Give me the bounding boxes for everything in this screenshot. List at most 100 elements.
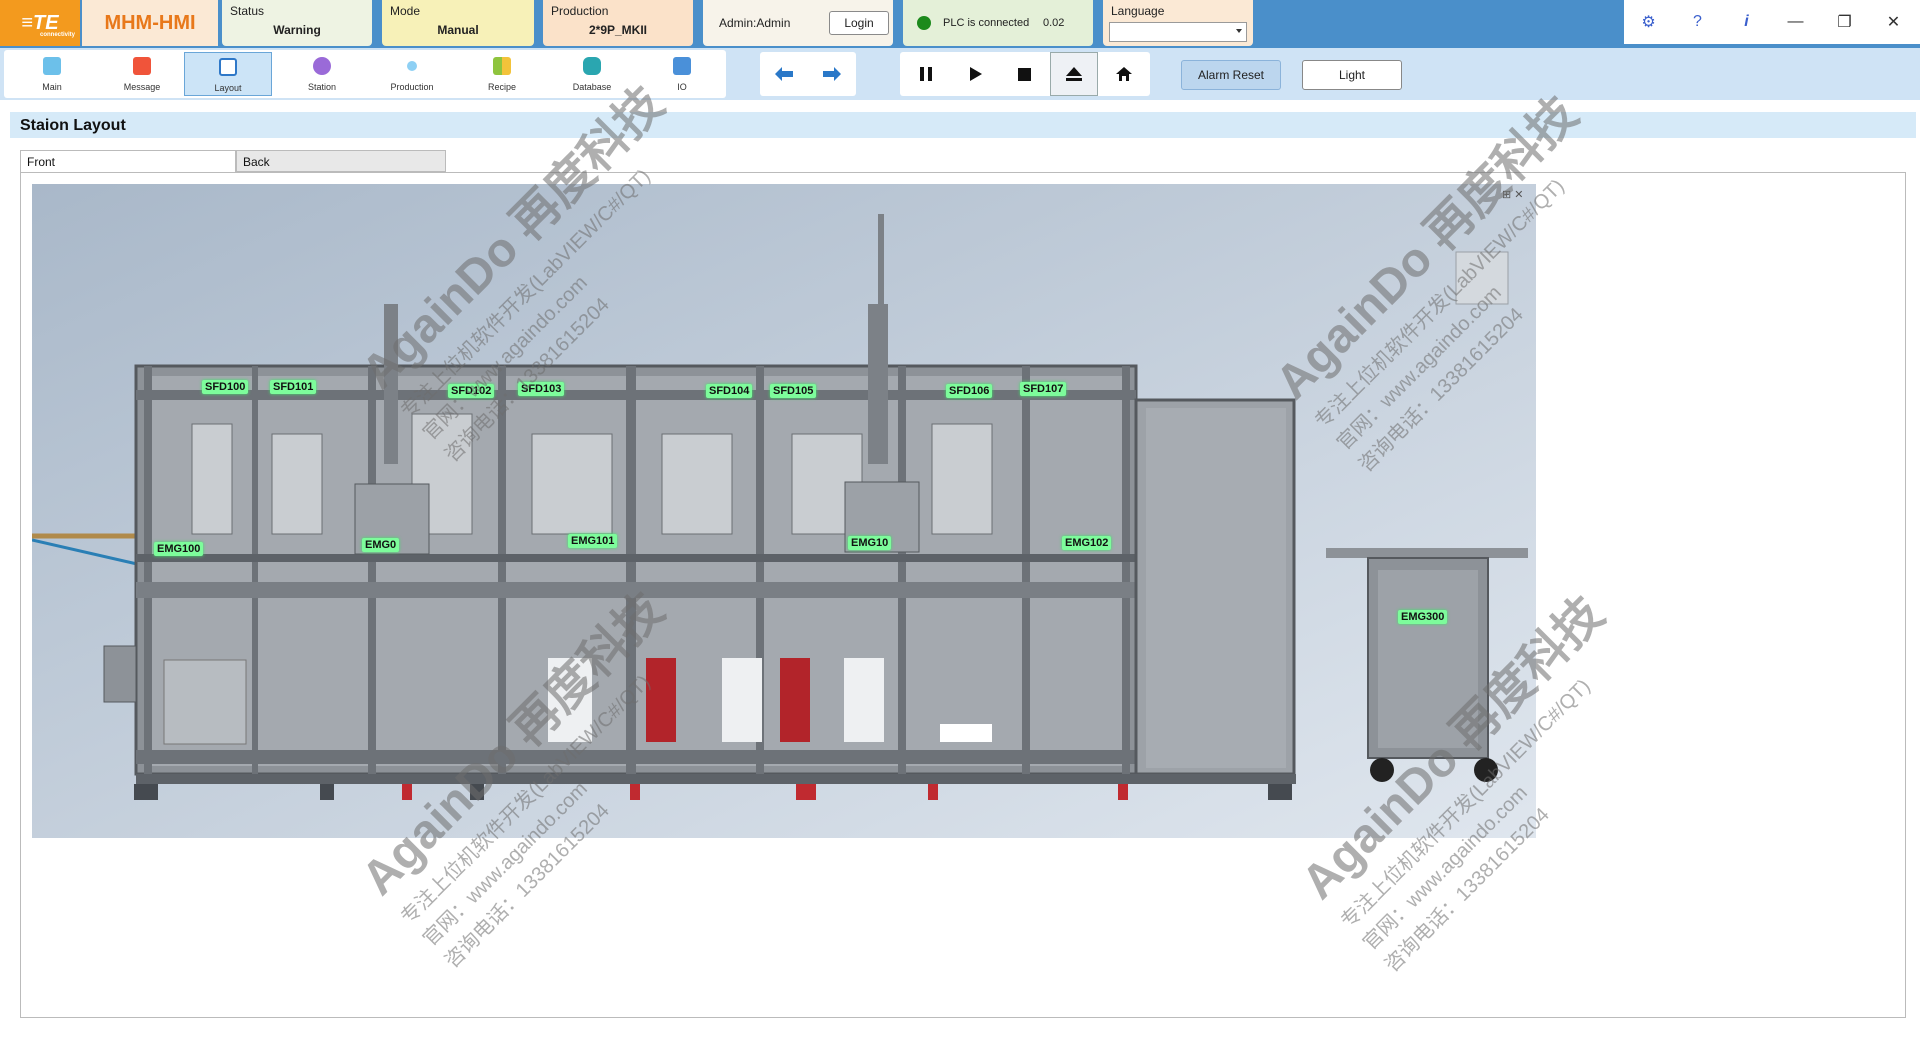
help-icon: ?: [1693, 13, 1702, 30]
station-label-emg102[interactable]: EMG102: [1062, 536, 1112, 550]
nav-bar: Main Message Layout Station Production R…: [4, 50, 726, 98]
play-button[interactable]: [952, 52, 1000, 96]
settings-button[interactable]: ⚙: [1624, 0, 1673, 44]
station-label-emg101[interactable]: EMG101: [568, 534, 618, 548]
nav-main-button[interactable]: Main: [8, 52, 96, 96]
logo-subtext: connectivity: [40, 32, 76, 38]
forward-button[interactable]: [808, 52, 856, 96]
production-card: Production 2*9P_MKII: [543, 0, 693, 46]
production-icon: [407, 61, 417, 71]
plc-status-card: PLC is connected 0.02: [903, 0, 1093, 46]
user-card: Admin:Admin Login: [703, 0, 893, 46]
database-icon: [583, 57, 601, 75]
minimize-button[interactable]: —: [1771, 0, 1820, 44]
machine-control-group: [900, 52, 1150, 96]
light-button[interactable]: Light: [1302, 60, 1402, 90]
nav-message-button[interactable]: Message: [98, 52, 186, 96]
nav-message-label: Message: [123, 82, 161, 92]
mode-caption: Mode: [390, 4, 421, 18]
nav-recipe-button[interactable]: Recipe: [458, 52, 546, 96]
main-toolbar: Main Message Layout Station Production R…: [0, 48, 1920, 100]
message-icon: [133, 57, 151, 75]
nav-layout-button[interactable]: Layout: [184, 52, 272, 96]
pause-icon: [920, 67, 932, 81]
station-label-sfd107[interactable]: SFD107: [1020, 382, 1067, 396]
nav-main-label: Main: [42, 82, 62, 92]
station-label-sfd100[interactable]: SFD100: [202, 380, 249, 394]
eject-button[interactable]: [1050, 52, 1098, 96]
user-name: Admin:Admin: [719, 16, 791, 30]
station-label-emg10[interactable]: EMG10: [848, 536, 892, 550]
mode-value: Manual: [437, 23, 479, 37]
page-title: Staion Layout: [20, 117, 126, 134]
layout-icon: [219, 58, 237, 76]
app-title: MHM-HMI: [82, 0, 218, 46]
station-label-emg0[interactable]: EMG0: [362, 538, 400, 552]
arrow-left-icon: [775, 67, 793, 81]
stop-button[interactable]: [1000, 52, 1048, 96]
home-position-button[interactable]: [1100, 52, 1148, 96]
info-button[interactable]: i: [1722, 0, 1771, 44]
language-card: Language: [1103, 0, 1253, 46]
view-toolbar: ⊞ ✕: [1502, 188, 1524, 201]
play-icon: [970, 67, 982, 81]
station-label-sfd105[interactable]: SFD105: [770, 384, 817, 398]
te-logo: ≡TE connectivity: [0, 0, 80, 46]
eject-icon: [1066, 67, 1082, 81]
plc-status-text: PLC is connected: [943, 17, 1030, 29]
stop-icon: [1017, 67, 1031, 81]
nav-database-button[interactable]: Database: [548, 52, 636, 96]
home-icon: [43, 57, 61, 75]
nav-station-label: Station: [307, 82, 337, 92]
chevron-down-icon: [1236, 29, 1242, 33]
language-select[interactable]: [1109, 22, 1247, 42]
station-icon: [313, 57, 331, 75]
station-label-sfd102[interactable]: SFD102: [448, 384, 495, 398]
nav-recipe-label: Recipe: [487, 82, 516, 92]
expand-icon[interactable]: ⊞: [1502, 189, 1511, 201]
nav-io-button[interactable]: IO: [638, 52, 726, 96]
station-label-sfd106[interactable]: SFD106: [946, 384, 993, 398]
undo-redo-group: [760, 52, 856, 96]
help-button[interactable]: ?: [1673, 0, 1722, 44]
restore-button[interactable]: ❐: [1820, 0, 1869, 44]
page-header: Staion Layout: [10, 112, 1916, 138]
restore-icon: ❐: [1837, 14, 1852, 31]
station-label-emg100[interactable]: EMG100: [154, 542, 204, 556]
mode-card: Mode Manual: [382, 0, 534, 46]
back-button[interactable]: [760, 52, 808, 96]
production-value: 2*9P_MKII: [588, 23, 648, 37]
window-controls: ⚙ ? i — ❐ ✕: [1624, 0, 1920, 44]
status-value: Warning: [273, 23, 321, 37]
language-caption: Language: [1111, 4, 1165, 18]
status-caption: Status: [230, 4, 265, 18]
plc-status-indicator-icon: [917, 16, 931, 30]
pause-button[interactable]: [902, 52, 950, 96]
alarm-reset-button[interactable]: Alarm Reset: [1181, 60, 1281, 90]
station-label-sfd101[interactable]: SFD101: [270, 380, 317, 394]
nav-station-button[interactable]: Station: [278, 52, 366, 96]
house-icon: [1116, 67, 1132, 81]
nav-layout-label: Layout: [214, 83, 242, 93]
nav-production-label: Production: [390, 82, 434, 92]
tab-back[interactable]: Back: [236, 150, 446, 172]
station-label-sfd104[interactable]: SFD104: [706, 384, 753, 398]
io-icon: [673, 57, 691, 75]
station-label-emg300[interactable]: EMG300: [1398, 610, 1448, 624]
nav-production-button[interactable]: Production: [368, 52, 456, 96]
status-card: Status Warning: [222, 0, 372, 46]
arrow-right-icon: [823, 67, 841, 81]
nav-io-label: IO: [677, 82, 687, 92]
close-button[interactable]: ✕: [1869, 0, 1918, 44]
gear-icon: ⚙: [1641, 14, 1656, 31]
station-label-sfd103[interactable]: SFD103: [518, 382, 565, 396]
close-icon: ✕: [1886, 14, 1901, 31]
nav-database-label: Database: [572, 82, 612, 92]
tab-front[interactable]: Front: [20, 150, 236, 172]
close-view-icon[interactable]: ✕: [1514, 189, 1523, 201]
plc-status-value: 0.02: [1043, 17, 1065, 29]
recipe-icon: [493, 57, 511, 75]
login-button[interactable]: Login: [829, 11, 889, 35]
title-bar: ≡TE connectivity MHM-HMI Status Warning …: [0, 0, 1920, 48]
production-caption: Production: [551, 4, 609, 18]
